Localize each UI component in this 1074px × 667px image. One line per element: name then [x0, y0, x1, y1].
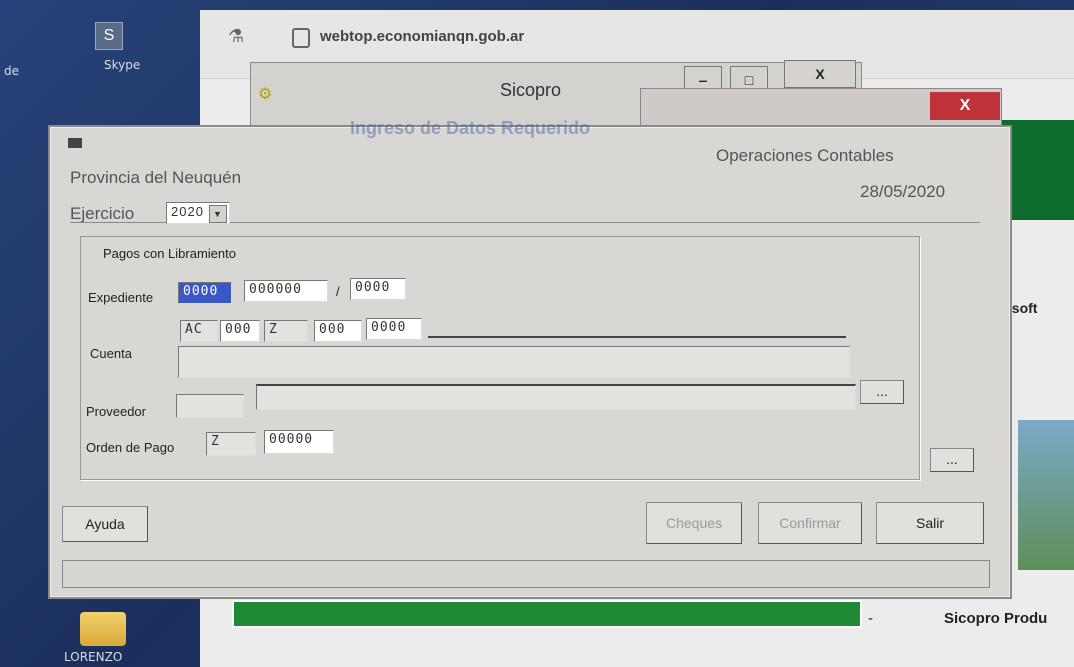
cuenta-field-z[interactable]: Z [264, 320, 308, 342]
salir-button[interactable]: Salir [876, 502, 984, 544]
group-title: Pagos con Libramiento [100, 246, 239, 261]
orden-pago-field-z[interactable]: Z [206, 432, 256, 456]
expediente-field-2[interactable]: 000000 [244, 280, 328, 302]
current-date: 28/05/2020 [860, 182, 946, 201]
cuenta-field-5[interactable]: 0000 [366, 318, 422, 340]
page-text-sicopro[interactable]: Sicopro Produ [944, 610, 1047, 627]
lock-icon [292, 28, 310, 48]
skype-desktop-icon[interactable]: S [95, 22, 123, 50]
expediente-field-1[interactable]: 0000 [178, 282, 232, 304]
cuenta-label: Cuenta [90, 346, 132, 361]
expediente-field-3[interactable]: 0000 [350, 278, 406, 300]
cuenta-underline [428, 336, 846, 338]
window-menu-icon[interactable] [68, 138, 82, 148]
module-name: Operaciones Contables [716, 146, 894, 165]
proveedor-code-field[interactable] [176, 394, 244, 418]
desktop-label-de: de [4, 64, 19, 78]
cuenta-field-2[interactable]: 000 [220, 320, 260, 342]
orden-pago-field-number[interactable]: 00000 [264, 430, 334, 454]
secondary-close-button[interactable]: X [930, 92, 1000, 120]
proveedor-name-field[interactable] [256, 384, 856, 410]
folder-desktop-label: LORENZO [64, 650, 123, 664]
gear-icon: ⚙ [258, 86, 273, 103]
ayuda-button[interactable]: Ayuda [62, 506, 148, 542]
cuenta-field-4[interactable]: 000 [314, 320, 362, 342]
expediente-label: Expediente [88, 290, 154, 305]
proveedor-label: Proveedor [86, 404, 146, 419]
orden-pago-label: Orden de Pago [86, 440, 175, 455]
chevron-down-icon[interactable]: ▼ [209, 205, 227, 223]
sicopro-logo [1018, 420, 1074, 570]
ejercicio-select[interactable]: 2020 ▼ [166, 202, 230, 224]
orden-search-button[interactable]: ... [930, 448, 974, 472]
skype-desktop-label: Skype [104, 58, 141, 72]
org-name: Provincia del Neuquén [70, 168, 242, 187]
confirmar-button[interactable]: Confirmar [758, 502, 862, 544]
address-bar-url[interactable]: webtop.economianqn.gob.ar [320, 28, 524, 45]
dialog-title: Ingreso de Datos Requerido [350, 118, 591, 138]
sicopro-window-title: Sicopro [500, 80, 562, 100]
connection-icon: ⚗ [228, 26, 245, 46]
proveedor-search-button[interactable]: ... [860, 380, 904, 404]
cuenta-field-ac[interactable]: AC [180, 320, 218, 342]
page-dash: - [868, 610, 873, 627]
folder-icon[interactable] [80, 612, 126, 646]
cheques-button[interactable]: Cheques [646, 502, 742, 544]
ejercicio-value: 2020 [171, 204, 204, 219]
expediente-separator: / [336, 284, 340, 299]
cuenta-description [178, 346, 850, 378]
ejercicio-label: Ejercicio [70, 204, 135, 223]
status-bar [62, 560, 990, 588]
close-button[interactable]: X [784, 60, 856, 88]
page-green-bar [232, 600, 862, 628]
